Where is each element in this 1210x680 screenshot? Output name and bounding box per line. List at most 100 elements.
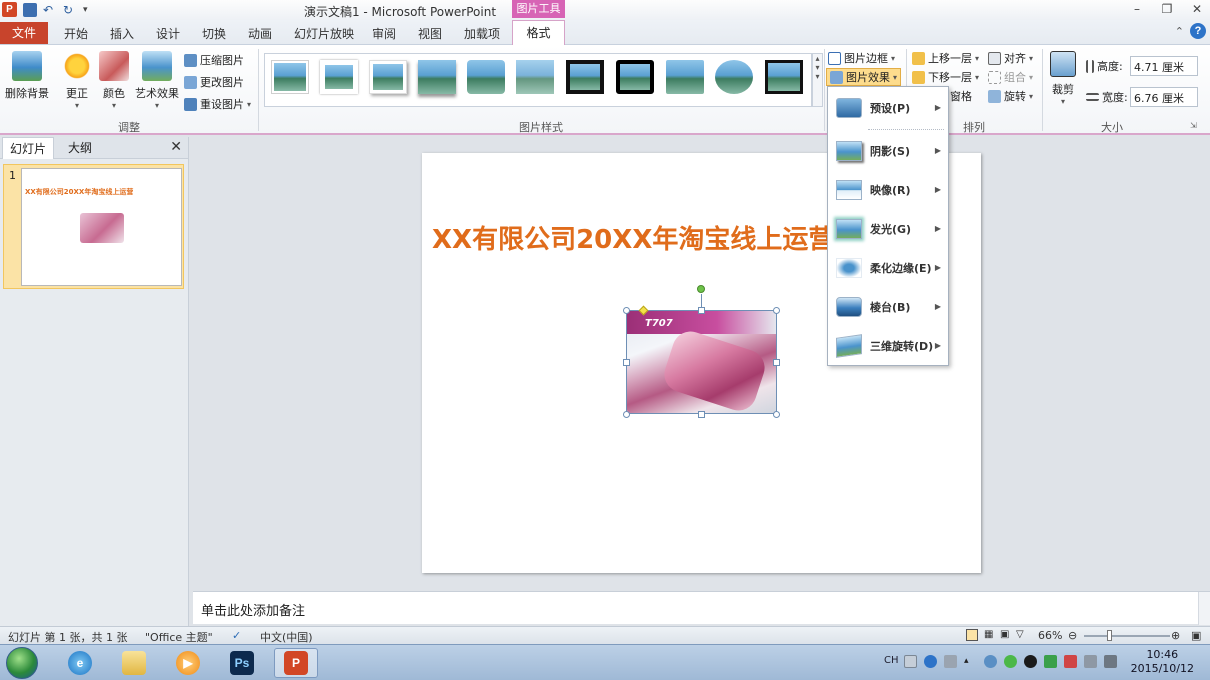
user-icon[interactable] [984,655,997,668]
menu-item-bevel[interactable]: 棱台(B) ▶ [828,289,948,325]
bring-forward-button[interactable]: 上移一层 ▾ [912,49,979,67]
fit-to-window-icon[interactable]: ▣ [1191,629,1201,642]
height-input[interactable]: 4.71 厘米 [1130,56,1198,76]
menu-item-shadow[interactable]: 阴影(S) ▶ [828,133,948,169]
zoom-level[interactable]: 66% [1038,629,1062,642]
picture-effects-button[interactable]: 图片效果 ▾ [826,68,902,86]
selection-pane-button[interactable]: 窗格 [950,87,972,105]
menu-item-glow[interactable]: 发光(G) ▶ [828,211,948,247]
tab-design[interactable]: 设计 [156,25,180,42]
width-input[interactable]: 6.76 厘米 [1130,87,1198,107]
taskbar-explorer[interactable] [112,648,156,678]
resize-handle-w[interactable] [623,359,630,366]
tab-review[interactable]: 审阅 [372,25,396,42]
zoom-out-icon[interactable]: ⊖ [1068,629,1077,642]
menu-item-3d-rotation[interactable]: 三维旋转(D) ▶ [828,328,948,364]
resize-handle-se[interactable] [773,411,780,418]
notes-pane[interactable]: 单击此处添加备注 [193,591,1210,625]
picture-style-4[interactable] [418,60,456,94]
picture-style-10[interactable] [715,60,753,94]
taskbar-media-player[interactable]: ▶ [166,648,210,678]
minimize-icon[interactable]: – [1130,2,1144,16]
pen-icon[interactable] [944,655,957,668]
remove-background-button[interactable]: 删除背景 [4,51,50,101]
theme-status[interactable]: "Office 主题" [145,629,213,645]
picture-style-11[interactable] [765,60,803,94]
picture-style-8[interactable] [616,60,654,94]
spellcheck-icon[interactable]: ✓ [232,629,241,642]
slide-thumbnail[interactable]: XX有限公司20XX年淘宝线上运营 [21,168,182,286]
resize-handle-n[interactable] [698,307,705,314]
start-button-icon[interactable] [6,647,38,679]
group-button[interactable]: 组合 ▾ [988,68,1033,86]
tab-addins[interactable]: 加载项 [464,25,500,42]
tab-view[interactable]: 视图 [418,25,442,42]
picture-style-7[interactable] [566,60,604,94]
tab-file[interactable]: 文件 [0,22,48,44]
align-button[interactable]: 对齐 ▾ [988,49,1033,67]
tray-expand-icon[interactable]: ▴ [964,655,977,668]
green-app-icon[interactable] [1004,655,1017,668]
send-backward-button[interactable]: 下移一层 ▾ [912,68,979,86]
crop-button[interactable]: 裁剪 ▾ [1046,51,1080,106]
picture-style-6[interactable] [516,60,554,94]
picture-style-9[interactable] [666,60,704,94]
rotate-button[interactable]: 旋转 ▾ [988,87,1033,105]
slide-thumbnail-selected[interactable]: 1 XX有限公司20XX年淘宝线上运营 [3,164,184,289]
reading-view-icon[interactable]: ▣ [1000,629,1009,640]
taskbar-photoshop[interactable]: Ps [220,648,264,678]
security-shield-icon[interactable] [1044,655,1057,668]
resize-handle-ne[interactable] [773,307,780,314]
zoom-slider-thumb[interactable] [1107,630,1112,641]
artistic-effects-button[interactable]: 艺术效果 ▾ [134,51,180,110]
ime-indicator[interactable]: CH [884,655,899,666]
menu-item-soft-edges[interactable]: 柔化边缘(E) ▶ [828,250,948,286]
notes-scrollbar[interactable] [1198,592,1210,625]
normal-view-icon[interactable] [966,629,978,641]
volume-icon[interactable] [1104,655,1117,668]
picture-style-1[interactable] [271,60,309,94]
flag-icon[interactable] [1064,655,1077,668]
system-clock[interactable]: 10:46 2015/10/12 [1131,648,1194,676]
restore-icon[interactable]: ❐ [1160,2,1174,16]
picture-style-5[interactable] [467,60,505,94]
change-picture-button[interactable]: 更改图片 [184,73,244,91]
help-tray-icon[interactable] [924,655,937,668]
tab-insert[interactable]: 插入 [110,25,134,42]
compress-pictures-button[interactable]: 压缩图片 [184,51,244,69]
notes-placeholder[interactable]: 单击此处添加备注 [201,600,305,619]
tab-home[interactable]: 开始 [64,25,88,42]
network-icon[interactable] [1084,655,1097,668]
qq-icon[interactable] [1024,655,1037,668]
menu-item-reflection[interactable]: 映像(R) ▶ [828,172,948,208]
styles-gallery-scroll[interactable]: ▴ ▾ ▾ [812,53,823,107]
ribbon-minimize-icon[interactable]: ⌃ [1175,25,1184,38]
close-pane-icon[interactable]: ✕ [170,139,182,155]
tab-animations[interactable]: 动画 [248,25,272,42]
language-status[interactable]: 中文(中国) [260,629,313,645]
taskbar-powerpoint[interactable]: P [274,648,318,678]
keyboard-icon[interactable] [904,655,917,668]
resize-handle-nw[interactable] [623,307,630,314]
picture-style-3[interactable] [369,60,407,94]
resize-handle-e[interactable] [773,359,780,366]
rotate-handle[interactable] [697,285,705,293]
help-icon[interactable]: ? [1190,23,1206,39]
reset-picture-button[interactable]: 重设图片 ▾ [184,95,251,113]
picture-border-button[interactable]: 图片边框 ▾ [828,49,895,67]
slideshow-view-icon[interactable]: ▽ [1016,629,1024,640]
size-dialog-launcher-icon[interactable]: ⇲ [1190,121,1197,130]
zoom-in-icon[interactable]: ⊕ [1171,629,1180,642]
color-button[interactable]: 颜色 ▾ [98,51,130,110]
resize-handle-s[interactable] [698,411,705,418]
menu-item-preset[interactable]: 预设(P) ▶ [828,90,948,126]
tab-outline[interactable]: 大纲 [54,137,106,159]
tab-transitions[interactable]: 切换 [202,25,226,42]
taskbar-ie[interactable]: e [58,648,102,678]
tab-slideshow[interactable]: 幻灯片放映 [294,25,354,42]
slide-title[interactable]: XX有限公司20XX年淘宝线上运营 [432,219,834,256]
slide-sorter-icon[interactable]: ▦ [984,629,993,640]
close-icon[interactable]: ✕ [1190,2,1204,16]
corrections-button[interactable]: 更正 ▾ [60,51,94,110]
zoom-slider[interactable] [1084,635,1170,637]
